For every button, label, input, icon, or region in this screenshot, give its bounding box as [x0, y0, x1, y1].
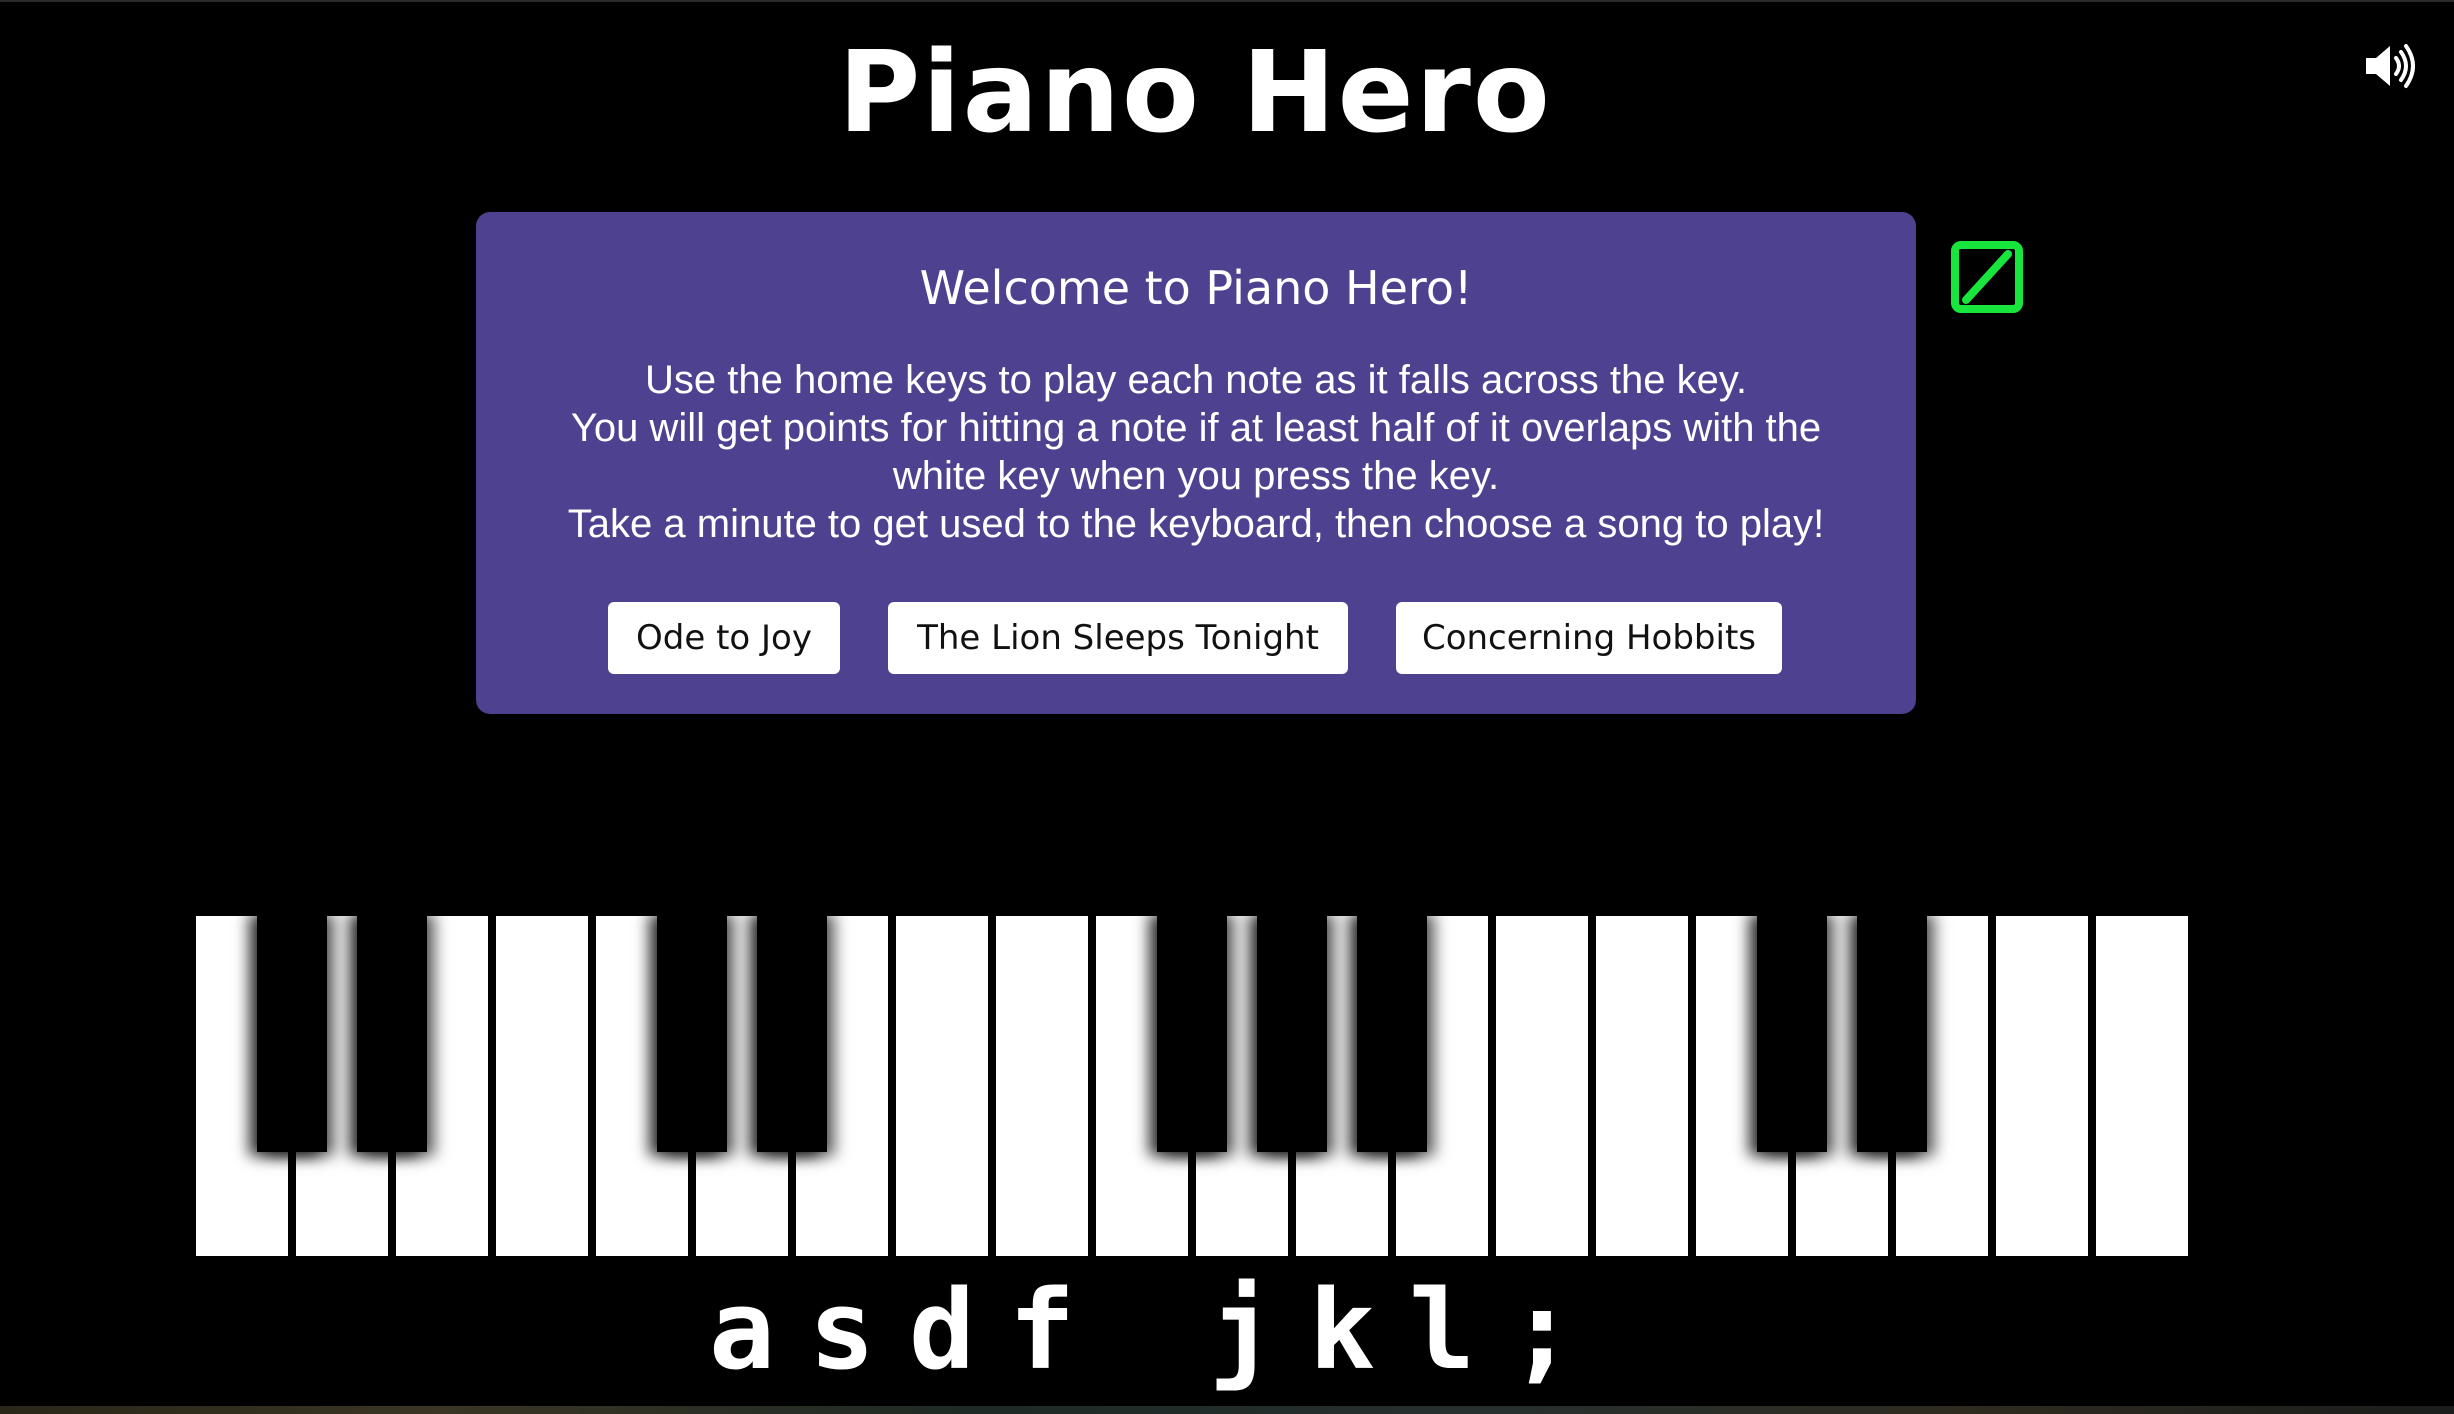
home-key-label: j	[1208, 1266, 1276, 1394]
home-key-label: a	[708, 1266, 776, 1394]
white-key[interactable]	[1996, 916, 2088, 1256]
piano-keyboard: a s d f j k l;	[0, 0, 2454, 1414]
home-key-label: ;	[1508, 1266, 1576, 1394]
black-key[interactable]	[1357, 910, 1427, 1152]
white-key[interactable]	[1496, 916, 1588, 1256]
white-key[interactable]	[896, 916, 988, 1256]
white-key[interactable]	[496, 916, 588, 1256]
black-key[interactable]	[1857, 910, 1927, 1152]
bottom-strip	[0, 1406, 2454, 1414]
home-key-label: l	[1408, 1266, 1476, 1394]
black-key[interactable]	[657, 910, 727, 1152]
home-key-label: s	[808, 1266, 876, 1394]
white-key[interactable]	[2096, 916, 2188, 1256]
home-key-label: d	[908, 1266, 976, 1394]
black-key[interactable]	[1157, 910, 1227, 1152]
piano-hero-page: Piano Hero Welcome to Piano Hero! Use th…	[0, 0, 2454, 1414]
home-key-label: k	[1308, 1266, 1376, 1394]
black-key[interactable]	[1757, 910, 1827, 1152]
black-key[interactable]	[757, 910, 827, 1152]
black-key[interactable]	[357, 910, 427, 1152]
white-key[interactable]	[996, 916, 1088, 1256]
home-key-label: f	[1008, 1266, 1076, 1394]
black-key[interactable]	[1257, 910, 1327, 1152]
black-key[interactable]	[257, 910, 327, 1152]
white-key[interactable]	[1596, 916, 1688, 1256]
